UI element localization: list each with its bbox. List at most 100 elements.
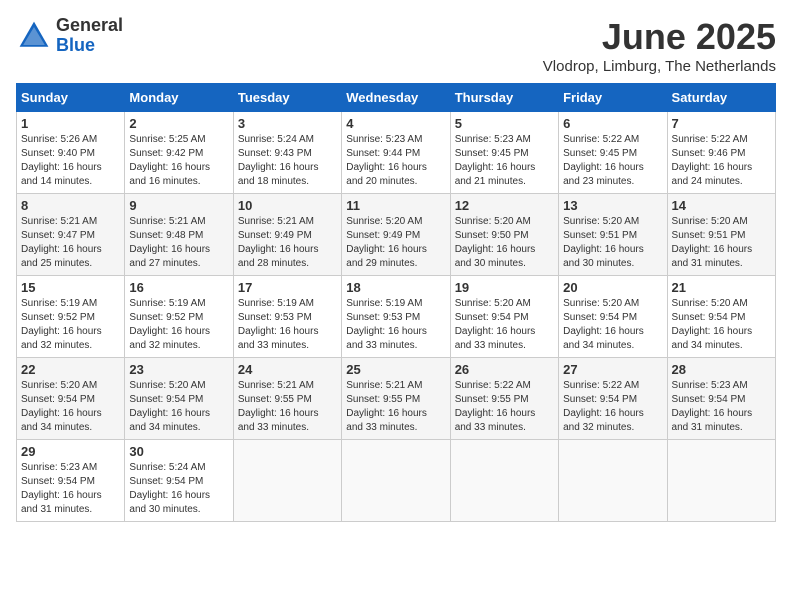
calendar-cell: [559, 440, 667, 522]
calendar-cell: 30 Sunrise: 5:24 AMSunset: 9:54 PMDayligh…: [125, 440, 233, 522]
header: General Blue June 2025 Vlodrop, Limburg,…: [16, 16, 776, 75]
day-number: 21: [672, 280, 771, 295]
day-number: 11: [346, 198, 445, 213]
calendar-cell: 23 Sunrise: 5:20 AMSunset: 9:54 PMDayligh…: [125, 358, 233, 440]
day-info: Sunrise: 5:24 AMSunset: 9:54 PMDaylight:…: [129, 461, 228, 517]
calendar-cell: 9Sunrise: 5:21 AMSunset: 9:48 PMDaylight…: [125, 194, 233, 276]
calendar-cell: 7 Sunrise: 5:22 AMSunset: 9:46 PMDaylight…: [667, 112, 775, 194]
day-number: 23: [129, 362, 228, 377]
calendar-week-row: 15 Sunrise: 5:19 AMSunset: 9:52 PMDayligh…: [17, 276, 776, 358]
day-info: Sunrise: 5:21 AMSunset: 9:55 PMDaylight:…: [238, 379, 337, 435]
calendar-cell: 27 Sunrise: 5:22 AMSunset: 9:54 PMDayligh…: [559, 358, 667, 440]
calendar-cell: [450, 440, 558, 522]
day-info: Sunrise: 5:22 AMSunset: 9:55 PMDaylight:…: [455, 379, 554, 435]
day-number: 13: [563, 198, 662, 213]
logo-icon: [16, 18, 52, 54]
calendar-cell: [342, 440, 450, 522]
day-number: 14: [672, 198, 771, 213]
logo-text: General Blue: [56, 16, 123, 56]
calendar-cell: 5 Sunrise: 5:23 AMSunset: 9:45 PMDaylight…: [450, 112, 558, 194]
day-number: 16: [129, 280, 228, 295]
calendar-cell: 12Sunrise: 5:20 AMSunset: 9:50 PMDayligh…: [450, 194, 558, 276]
day-info: Sunrise: 5:22 AMSunset: 9:46 PMDaylight:…: [672, 133, 771, 189]
calendar-cell: 28Sunrise: 5:23 AMSunset: 9:54 PMDayligh…: [667, 358, 775, 440]
weekday-header: Friday: [559, 84, 667, 112]
day-number: 6: [563, 116, 662, 131]
day-info: Sunrise: 5:25 AMSunset: 9:42 PMDaylight:…: [129, 133, 228, 189]
month-title: June 2025: [543, 16, 776, 58]
day-number: 19: [455, 280, 554, 295]
day-info: Sunrise: 5:23 AMSunset: 9:45 PMDaylight:…: [455, 133, 554, 189]
day-info: Sunrise: 5:20 AMSunset: 9:54 PMDaylight:…: [563, 297, 662, 353]
calendar-cell: 19 Sunrise: 5:20 AMSunset: 9:54 PMDayligh…: [450, 276, 558, 358]
calendar-cell: 8Sunrise: 5:21 AMSunset: 9:47 PMDaylight…: [17, 194, 125, 276]
day-info: Sunrise: 5:26 AMSunset: 9:40 PMDaylight:…: [21, 133, 120, 189]
day-number: 20: [563, 280, 662, 295]
day-number: 22: [21, 362, 120, 377]
calendar-cell: 15Sunrise: 5:19 AMSunset: 9:52 PMDayligh…: [17, 276, 125, 358]
day-number: 26: [455, 362, 554, 377]
day-number: 1: [21, 116, 120, 131]
calendar-cell: 16 Sunrise: 5:19 AMSunset: 9:52 PMDayligh…: [125, 276, 233, 358]
day-number: 24: [238, 362, 337, 377]
location-title: Vlodrop, Limburg, The Netherlands: [543, 58, 776, 75]
calendar-cell: 1 Sunrise: 5:26 AMSunset: 9:40 PMDaylight…: [17, 112, 125, 194]
day-number: 17: [238, 280, 337, 295]
page-container: General Blue June 2025 Vlodrop, Limburg,…: [16, 16, 776, 522]
day-number: 30: [129, 444, 228, 459]
weekday-header: Saturday: [667, 84, 775, 112]
day-number: 3: [238, 116, 337, 131]
day-info: Sunrise: 5:21 AMSunset: 9:55 PMDaylight:…: [346, 379, 445, 435]
day-info: Sunrise: 5:19 AMSunset: 9:52 PMDaylight:…: [129, 297, 228, 353]
weekday-header: Monday: [125, 84, 233, 112]
day-number: 18: [346, 280, 445, 295]
calendar-table: SundayMondayTuesdayWednesdayThursdayFrid…: [16, 83, 776, 522]
calendar-cell: [667, 440, 775, 522]
calendar-week-row: 8Sunrise: 5:21 AMSunset: 9:47 PMDaylight…: [17, 194, 776, 276]
day-info: Sunrise: 5:20 AMSunset: 9:54 PMDaylight:…: [129, 379, 228, 435]
day-number: 27: [563, 362, 662, 377]
day-info: Sunrise: 5:20 AMSunset: 9:54 PMDaylight:…: [672, 297, 771, 353]
calendar-cell: 17Sunrise: 5:19 AMSunset: 9:53 PMDayligh…: [233, 276, 341, 358]
calendar-cell: 24 Sunrise: 5:21 AMSunset: 9:55 PMDayligh…: [233, 358, 341, 440]
calendar-week-row: 22 Sunrise: 5:20 AMSunset: 9:54 PMDayligh…: [17, 358, 776, 440]
calendar-cell: 14 Sunrise: 5:20 AMSunset: 9:51 PMDayligh…: [667, 194, 775, 276]
calendar-cell: 18Sunrise: 5:19 AMSunset: 9:53 PMDayligh…: [342, 276, 450, 358]
day-number: 4: [346, 116, 445, 131]
day-number: 28: [672, 362, 771, 377]
day-number: 5: [455, 116, 554, 131]
calendar-cell: 20 Sunrise: 5:20 AMSunset: 9:54 PMDayligh…: [559, 276, 667, 358]
day-info: Sunrise: 5:20 AMSunset: 9:51 PMDaylight:…: [563, 215, 662, 271]
weekday-header: Sunday: [17, 84, 125, 112]
day-number: 10: [238, 198, 337, 213]
logo: General Blue: [16, 16, 123, 56]
day-number: 8: [21, 198, 120, 213]
day-number: 29: [21, 444, 120, 459]
calendar-cell: 4 Sunrise: 5:23 AMSunset: 9:44 PMDaylight…: [342, 112, 450, 194]
logo-blue-label: Blue: [56, 36, 123, 56]
calendar-cell: [233, 440, 341, 522]
calendar-week-row: 1 Sunrise: 5:26 AMSunset: 9:40 PMDaylight…: [17, 112, 776, 194]
day-info: Sunrise: 5:23 AMSunset: 9:54 PMDaylight:…: [21, 461, 120, 517]
weekday-header: Tuesday: [233, 84, 341, 112]
weekday-header: Thursday: [450, 84, 558, 112]
calendar-cell: 26 Sunrise: 5:22 AMSunset: 9:55 PMDayligh…: [450, 358, 558, 440]
day-info: Sunrise: 5:23 AMSunset: 9:44 PMDaylight:…: [346, 133, 445, 189]
calendar-cell: 3Sunrise: 5:24 AMSunset: 9:43 PMDaylight…: [233, 112, 341, 194]
calendar-cell: 11 Sunrise: 5:20 AMSunset: 9:49 PMDayligh…: [342, 194, 450, 276]
day-info: Sunrise: 5:20 AMSunset: 9:49 PMDaylight:…: [346, 215, 445, 271]
calendar-cell: 22 Sunrise: 5:20 AMSunset: 9:54 PMDayligh…: [17, 358, 125, 440]
logo-general-label: General: [56, 16, 123, 36]
calendar-week-row: 29 Sunrise: 5:23 AMSunset: 9:54 PMDayligh…: [17, 440, 776, 522]
calendar-cell: 6Sunrise: 5:22 AMSunset: 9:45 PMDaylight…: [559, 112, 667, 194]
day-info: Sunrise: 5:22 AMSunset: 9:54 PMDaylight:…: [563, 379, 662, 435]
title-area: June 2025 Vlodrop, Limburg, The Netherla…: [543, 16, 776, 75]
day-number: 7: [672, 116, 771, 131]
day-info: Sunrise: 5:20 AMSunset: 9:54 PMDaylight:…: [455, 297, 554, 353]
day-info: Sunrise: 5:20 AMSunset: 9:54 PMDaylight:…: [21, 379, 120, 435]
calendar-cell: 13 Sunrise: 5:20 AMSunset: 9:51 PMDayligh…: [559, 194, 667, 276]
day-info: Sunrise: 5:20 AMSunset: 9:51 PMDaylight:…: [672, 215, 771, 271]
day-info: Sunrise: 5:20 AMSunset: 9:50 PMDaylight:…: [455, 215, 554, 271]
calendar-cell: 2Sunrise: 5:25 AMSunset: 9:42 PMDaylight…: [125, 112, 233, 194]
day-number: 15: [21, 280, 120, 295]
